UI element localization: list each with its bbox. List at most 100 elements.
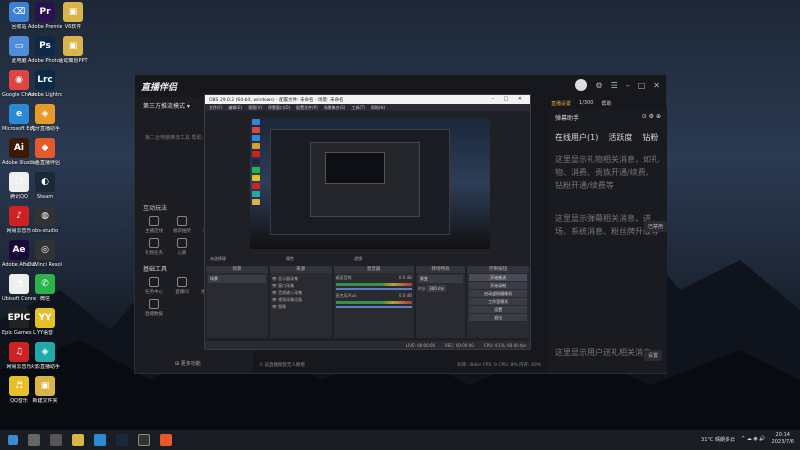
obs-menu-item[interactable]: 配置文件(P) [296, 105, 318, 111]
obs-control-button[interactable]: 开始推流 [469, 274, 527, 281]
edge-icon[interactable] [94, 434, 106, 446]
tab-online-users[interactable]: 在线用户(1) [555, 132, 598, 143]
properties-button[interactable]: 属性 [286, 256, 294, 262]
obs-taskbar-icon[interactable] [138, 434, 150, 446]
weather-widget[interactable]: 31°C 晴朗多云 [701, 436, 735, 443]
app-icon: ◔ [9, 274, 29, 294]
app-icon: YY [35, 308, 55, 328]
disabled-chip[interactable]: 已禁用 [644, 221, 667, 232]
desktop-icon[interactable]: ◐ Steam [28, 172, 62, 200]
app-icon: ▣ [63, 36, 83, 56]
tab-diamond-fans[interactable]: 钻粉 [642, 132, 658, 143]
obs-control-button[interactable]: 开始录制 [469, 282, 527, 289]
duration-input[interactable]: 300 ms [427, 285, 446, 292]
desktop-icon[interactable]: ✆ 微信 [28, 274, 62, 302]
taskbar: 31°C 晴朗多云 ^ ☁ ◉ 🔊 20:14 2023/7/6 [0, 430, 800, 450]
interact-tool[interactable]: 心愿 [171, 238, 193, 256]
file-explorer-icon[interactable] [72, 434, 84, 446]
tab-activity[interactable]: 活跃度 [608, 132, 632, 143]
interact-tool[interactable]: 礼物任务 [143, 238, 165, 256]
source-item[interactable]: 👁 显示器采集 [272, 276, 330, 282]
desktop-icon-label: YY语音 [36, 330, 54, 336]
obs-menu-item[interactable]: 编辑(E) [228, 105, 242, 111]
basic-tool[interactable]: 任务中心 [143, 277, 165, 295]
obs-menu-item[interactable]: 工具(T) [351, 105, 365, 111]
transitions-dock: 转场特效 渐变 时长 300 ms [415, 266, 466, 338]
tray-icons[interactable]: ^ ☁ ◉ 🔊 [741, 436, 766, 442]
desktop-icon[interactable]: YY YY语音 [28, 308, 62, 336]
clock[interactable]: 20:14 2023/7/6 [772, 432, 794, 446]
basic-tool[interactable]: 直播间 [171, 277, 193, 295]
scenes-header: 场景 [206, 266, 268, 273]
obs-control-button[interactable]: 工作室模式 [469, 298, 527, 305]
menu-icon[interactable]: ☰ [611, 81, 618, 90]
desktop-volume-slider[interactable] [335, 288, 412, 290]
desktop-icon[interactable]: ◆ 斗鱼直播伴侣 [28, 138, 62, 166]
desktop-icon[interactable]: ▣ 新建文件夹 [28, 376, 62, 404]
basic-tool[interactable]: 直播数据 [143, 299, 165, 317]
app-icon: ◉ [9, 70, 29, 90]
task-view-icon[interactable] [50, 434, 62, 446]
scene-item[interactable]: 场景 [208, 275, 266, 283]
obs-control-button[interactable]: 启动虚拟摄像机 [469, 290, 527, 297]
obs-menu-item[interactable]: 视图(V) [248, 105, 262, 111]
desktop-icon[interactable]: ◎ DaVinci Resolve [28, 240, 62, 268]
desktop-icon-label: Adobe Lightro... [28, 92, 62, 98]
tool-label: 福袋抽奖 [173, 229, 191, 234]
obs-window-controls[interactable]: – □ ✕ [491, 96, 526, 102]
source-item[interactable]: 👁 视频采集设备 [272, 297, 330, 303]
source-item[interactable]: 👁 窗口采集 [272, 283, 330, 289]
interact-tool[interactable]: 福袋抽奖 [171, 216, 193, 234]
desktop-icon-label: DaVinci Resolve [28, 262, 62, 268]
live-settings-link[interactable]: 直播设置 [551, 100, 571, 107]
obs-control-button[interactable]: 退出 [469, 314, 527, 321]
source-item[interactable]: 👁 音频输入采集 [272, 290, 330, 296]
minimize-icon[interactable]: – [626, 81, 630, 90]
desktop-icon[interactable]: ▣ 活动策划PPT [56, 36, 90, 64]
scenes-dock: 场景 场景 [206, 266, 268, 338]
help-link[interactable]: 帮助 [601, 100, 611, 107]
tool-label: 礼物任务 [145, 251, 163, 256]
obs-menubar: 文件(F) 编辑(E) 视图(V) 停靠窗口(D) 配置文件(P) 场景集合(S) 工具(T… [205, 104, 530, 111]
obs-menu-item[interactable]: 场景集合(S) [324, 105, 346, 111]
obs-docks: 场景 场景 来源 👁 显示器采集 👁 窗口采集 👁 音频输入采集 👁 视频采集设备 👁 … [206, 266, 529, 338]
obs-preview[interactable] [250, 117, 490, 249]
app-icon: ▣ [63, 2, 83, 22]
app-icon: ◍ [35, 206, 55, 226]
maximize-icon[interactable]: □ [638, 81, 646, 90]
sources-header: 来源 [269, 266, 332, 273]
start-icon[interactable] [8, 435, 18, 445]
tool-icon [149, 299, 159, 309]
desktop-icon[interactable]: ◍ obs-studio [28, 206, 62, 234]
obs-control-button[interactable]: 设置 [469, 306, 527, 313]
obs-menu-item[interactable]: 文件(F) [209, 105, 222, 111]
desktop-volume-meter [335, 283, 412, 286]
live-app-taskbar-icon[interactable] [160, 434, 172, 446]
desktop-icon[interactable]: ◈ 虎牙直播助手 [28, 104, 62, 132]
desktop-icon[interactable]: Lrc Adobe Lightro... [28, 70, 62, 98]
search-icon[interactable] [28, 434, 40, 446]
settings-icon[interactable]: ⚙ [595, 81, 602, 90]
more-features-button[interactable]: ⊞ 更多功能 [175, 360, 201, 367]
tool-label: 直播间 [175, 290, 189, 295]
close-icon[interactable]: ✕ [653, 81, 660, 90]
preview-recursive-window-3 [325, 152, 385, 184]
avatar[interactable] [575, 79, 588, 91]
mic-volume-slider[interactable] [335, 306, 412, 308]
mixer-desktop-label: 桌面音频 [335, 275, 352, 280]
top-links: 直播设置 1/300 帮助 [551, 100, 611, 107]
steam-icon[interactable] [116, 434, 128, 446]
interact-tool[interactable]: 主播连线 [143, 216, 165, 234]
filters-button[interactable]: 滤镜 [354, 256, 362, 262]
transitions-header: 转场特效 [415, 266, 466, 273]
gift-message-placeholder: 这里显示礼物相关消息，如礼物、消费、贵族开通/续费、钻粉开通/续费等 [555, 155, 659, 190]
settings-chip[interactable]: 设置 [644, 350, 663, 361]
source-item[interactable]: 👁 图像 [272, 304, 330, 310]
transition-select[interactable]: 渐变 [417, 275, 464, 283]
desktop-icon[interactable]: ▣ V6软件 [56, 2, 90, 30]
live-time: LIVE: 00:00:00 [405, 342, 436, 348]
obs-menu-item[interactable]: 帮助(H) [371, 105, 385, 111]
desktop-icon[interactable]: ◈ 火影直播助手 [28, 342, 62, 370]
viewer-status: ① 该直播間暂无人觀看 [259, 363, 305, 368]
obs-menu-item[interactable]: 停靠窗口(D) [268, 105, 290, 111]
